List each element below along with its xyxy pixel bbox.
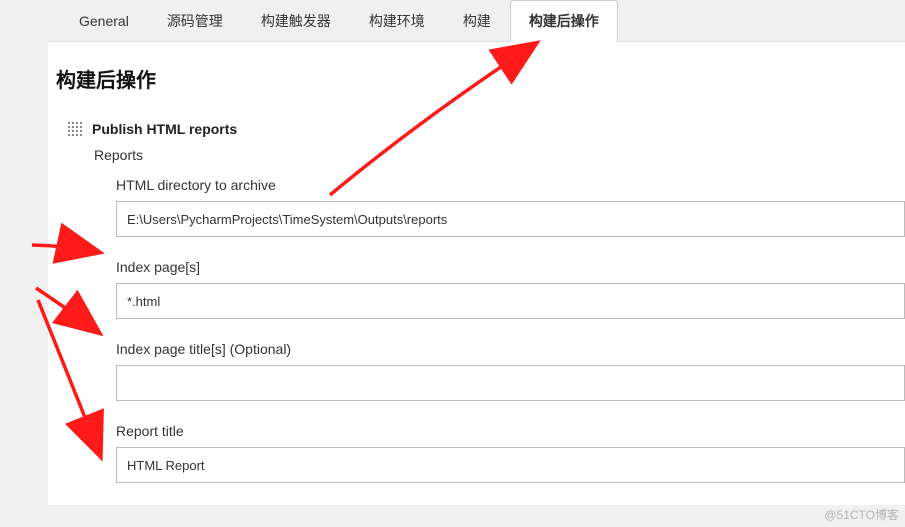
tab-label: 构建后操作 bbox=[529, 11, 599, 31]
field-report-title: Report title bbox=[60, 423, 905, 505]
field-index-pages: Index page[s] bbox=[60, 259, 905, 341]
field-label: Index page[s] bbox=[116, 259, 905, 283]
tab-general[interactable]: General bbox=[60, 0, 148, 41]
tab-bar: General 源码管理 构建触发器 构建环境 构建 构建后操作 bbox=[48, 0, 905, 42]
publish-html-step: Publish HTML reports Reports HTML direct… bbox=[60, 111, 905, 505]
step-header: Publish HTML reports bbox=[60, 117, 905, 143]
report-title-input[interactable] bbox=[116, 447, 905, 483]
content-area: 构建后操作 Publish HTML reports Reports HTML … bbox=[48, 42, 905, 505]
field-label: Report title bbox=[116, 423, 905, 447]
field-index-titles: Index page title[s] (Optional) bbox=[60, 341, 905, 423]
field-html-dir: HTML directory to archive bbox=[60, 177, 905, 259]
config-page: General 源码管理 构建触发器 构建环境 构建 构建后操作 构建后操作 P… bbox=[48, 0, 905, 527]
tab-scm[interactable]: 源码管理 bbox=[148, 0, 242, 41]
tab-label: 源码管理 bbox=[167, 11, 223, 31]
tab-build[interactable]: 构建 bbox=[444, 0, 510, 41]
field-label: Index page title[s] (Optional) bbox=[116, 341, 905, 365]
reports-label: Reports bbox=[60, 143, 905, 177]
tab-label: 构建触发器 bbox=[261, 11, 331, 31]
section-title: 构建后操作 bbox=[48, 64, 905, 111]
step-title: Publish HTML reports bbox=[92, 121, 237, 137]
tab-label: 构建环境 bbox=[369, 11, 425, 31]
tab-environment[interactable]: 构建环境 bbox=[350, 0, 444, 41]
tab-label: General bbox=[79, 13, 129, 29]
field-label: HTML directory to archive bbox=[116, 177, 905, 201]
tab-triggers[interactable]: 构建触发器 bbox=[242, 0, 350, 41]
tab-label: 构建 bbox=[463, 11, 491, 31]
tab-post-build[interactable]: 构建后操作 bbox=[510, 0, 618, 42]
index-pages-input[interactable] bbox=[116, 283, 905, 319]
html-dir-input[interactable] bbox=[116, 201, 905, 237]
index-titles-input[interactable] bbox=[116, 365, 905, 401]
drag-handle-icon[interactable] bbox=[68, 122, 82, 136]
